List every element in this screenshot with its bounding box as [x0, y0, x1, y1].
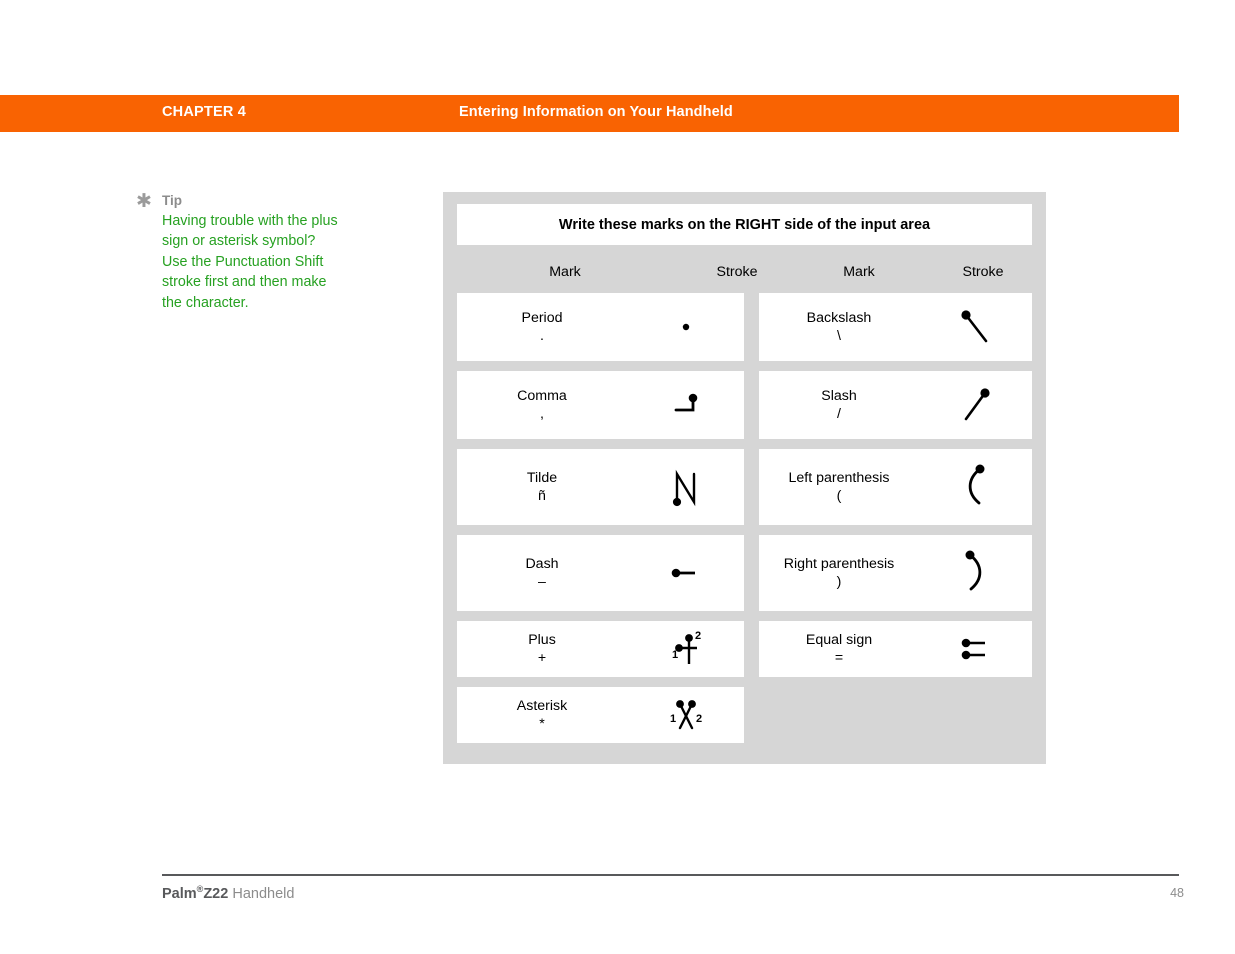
page-number: 48 [1170, 886, 1184, 900]
stroke-cell [627, 371, 744, 439]
mark-cell: Plus + [457, 621, 627, 677]
cell-tilde: Tilde ñ [457, 449, 744, 525]
mark-name: Plus [528, 631, 556, 648]
cell-comma: Comma , [457, 371, 744, 439]
comma-stroke-icon [674, 393, 697, 412]
stroke-cell [627, 449, 744, 525]
stroke-cell [919, 293, 1032, 361]
mark-symbol: , [540, 405, 544, 422]
cell-right-parenthesis: Right parenthesis ) [759, 535, 1032, 611]
dash-stroke-icon [671, 568, 695, 578]
table-row: Dash – Right parenthesis ) [457, 535, 1032, 611]
panel-title: Write these marks on the RIGHT side of t… [457, 204, 1032, 245]
mark-name: Comma [517, 387, 567, 404]
asterisk-stroke-icon: 1 2 [670, 700, 702, 730]
mark-symbol: . [540, 327, 544, 344]
stroke-reference-panel: Write these marks on the RIGHT side of t… [443, 192, 1046, 764]
table-row: Period . Backslash \ [457, 293, 1032, 361]
mark-symbol: \ [837, 327, 841, 344]
footer-product: Handheld [232, 885, 295, 902]
cell-backslash: Backslash \ [759, 293, 1032, 361]
mark-symbol: ( [836, 487, 842, 504]
chapter-label: CHAPTER 4 [162, 104, 246, 120]
column-header-stroke-right: Stroke [962, 264, 1004, 280]
mark-cell: Left parenthesis ( [759, 449, 919, 525]
mark-name: Period [521, 309, 563, 326]
tilde-stroke-icon [672, 469, 695, 507]
column-header-mark-left: Mark [549, 264, 581, 280]
cell-dash: Dash – [457, 535, 744, 611]
tip-label: Tip [162, 193, 182, 208]
stroke-cell [919, 371, 1032, 439]
dot-stroke-icon [682, 323, 689, 331]
cell-plus: Plus + 1 2 [457, 621, 744, 677]
mark-symbol: / [837, 405, 841, 422]
right-paren-stroke-icon [965, 550, 981, 591]
mark-cell: Right parenthesis ) [759, 535, 919, 611]
asterisk-icon: ✱ [136, 191, 152, 212]
tip-block: ✱ Tip Having trouble with the plus sign … [136, 192, 344, 313]
stroke-cell [627, 535, 744, 611]
cell-asterisk: Asterisk * 1 2 [457, 687, 744, 743]
footer-brand: Palm [162, 885, 197, 902]
mark-cell: Tilde ñ [457, 449, 627, 525]
mark-symbol: * [539, 715, 545, 732]
mark-cell: Equal sign = [759, 621, 919, 677]
equals-stroke-icon [961, 638, 985, 660]
stroke-cell [919, 449, 1032, 525]
cell-equal-sign: Equal sign = [759, 621, 1032, 677]
footer-divider [162, 874, 1179, 876]
stroke-cell: 1 2 [627, 621, 744, 677]
backslash-stroke-icon [960, 310, 987, 343]
stroke-order-1: 1 [670, 713, 676, 725]
mark-symbol: – [538, 573, 546, 590]
stroke-cell: 1 2 [627, 687, 744, 743]
mark-name: Asterisk [516, 697, 568, 714]
stroke-order-1: 1 [672, 649, 678, 661]
mark-symbol: ) [836, 573, 842, 590]
table-row: Asterisk * 1 2 [457, 687, 1032, 743]
mark-cell: Comma , [457, 371, 627, 439]
mark-name: Equal sign [805, 631, 873, 648]
stroke-order-2: 2 [695, 630, 701, 642]
mark-name: Backslash [806, 309, 872, 326]
tip-text: Having trouble with the plus sign or ast… [162, 213, 338, 311]
stroke-cell [627, 293, 744, 361]
chapter-title: Entering Information on Your Handheld [459, 104, 733, 120]
footer-model: Z22 [203, 885, 229, 902]
mark-cell: Asterisk * [457, 687, 627, 743]
cell-period: Period . [457, 293, 744, 361]
mark-symbol: + [537, 649, 547, 666]
mark-symbol: = [834, 649, 844, 666]
cell-slash: Slash / [759, 371, 1032, 439]
plus-stroke-icon: 1 2 [672, 630, 701, 664]
left-paren-stroke-icon [968, 464, 984, 505]
mark-name: Dash [525, 555, 559, 572]
stroke-cell [919, 621, 1032, 677]
table-row: Comma , Slash / [457, 371, 1032, 439]
mark-cell: Period . [457, 293, 627, 361]
mark-name: Right parenthesis [783, 555, 895, 572]
slash-stroke-icon [964, 388, 990, 421]
table-row: Plus + 1 2 Equal sign = [457, 621, 1032, 677]
table-row: Tilde ñ Left parenthesis ( [457, 449, 1032, 525]
chapter-header-band: CHAPTER 4 Entering Information on Your H… [0, 95, 1179, 132]
mark-cell: Backslash \ [759, 293, 919, 361]
footer-product-line: Palm®Z22 Handheld [162, 884, 294, 902]
mark-cell: Dash – [457, 535, 627, 611]
cell-left-parenthesis: Left parenthesis ( [759, 449, 1032, 525]
mark-name: Tilde [526, 469, 558, 486]
stroke-cell [919, 535, 1032, 611]
mark-name: Slash [821, 387, 857, 404]
mark-symbol: ñ [538, 487, 546, 504]
mark-cell: Slash / [759, 371, 919, 439]
column-header-row: Mark Stroke Mark Stroke [457, 257, 1032, 289]
mark-name: Left parenthesis [788, 469, 890, 486]
stroke-order-2: 2 [696, 713, 702, 725]
stroke-rows: Period . Backslash \ Comma , Slash / Til… [457, 293, 1032, 753]
column-header-mark-right: Mark [843, 264, 875, 280]
